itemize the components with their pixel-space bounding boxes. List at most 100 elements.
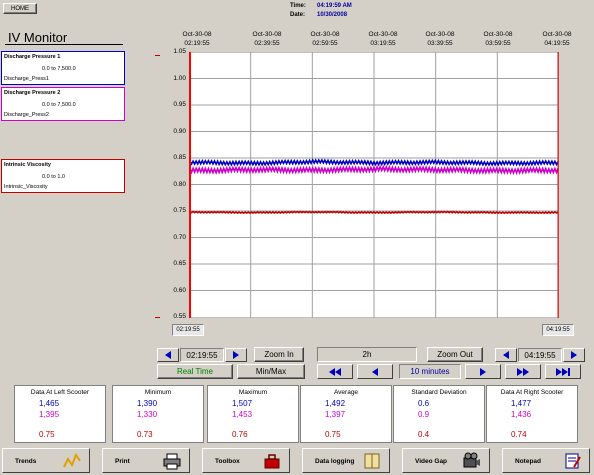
y-tick-label: 0.75 — [173, 207, 186, 214]
camera-icon — [463, 452, 481, 470]
zoom-in-button[interactable]: Zoom In — [254, 347, 304, 362]
date-label: Date: — [290, 12, 306, 18]
time-span-field[interactable]: 2h — [317, 347, 417, 362]
arrow-left-icon — [335, 367, 341, 376]
timestamp-time: 02:39:55 — [254, 40, 280, 47]
nav-button-label: Video Gap — [415, 458, 448, 465]
timestamp-label: Oct-30-08 02:19:55 — [167, 30, 227, 48]
timestamp-time: 03:59:55 — [485, 40, 511, 47]
stat-value-series-2: 1,330 — [137, 410, 158, 419]
timestamp-date: Oct-30-08 — [425, 31, 455, 38]
legend-range: 0.0 to 7,500.0 — [42, 66, 76, 72]
legend-tag: Discharge_Press1 — [4, 76, 49, 82]
nav-button-label: Trends — [15, 458, 37, 465]
page-title: IV Monitor — [8, 30, 68, 45]
legend-tag: Intrinsic_Viscosity — [4, 184, 48, 190]
legend-name: Discharge Pressure 2 — [4, 90, 61, 96]
stat-header: Average — [333, 389, 359, 396]
stat-value-series-2: 1,395 — [39, 410, 60, 419]
trend-plot[interactable] — [189, 52, 559, 318]
nav-button-trends[interactable]: Trends — [2, 448, 90, 473]
nav-button-notepad[interactable]: Notepad — [502, 448, 590, 473]
real-time-button[interactable]: Real Time — [157, 364, 233, 379]
stat-value-series-2: 0.9 — [418, 410, 430, 419]
arrow-right-icon — [233, 351, 239, 359]
timestamp-date: Oct-30-08 — [310, 31, 340, 38]
stat-value-series-2: 1,397 — [325, 410, 346, 419]
timestamp-label: Oct-30-08 03:39:55 — [410, 30, 470, 48]
min-max-button[interactable]: Min/Max — [237, 364, 305, 379]
stat-header: Minimum — [144, 389, 172, 396]
timestamp-label: Oct-30-08 02:39:55 — [237, 30, 297, 48]
nav-button-label: Notepad — [515, 458, 541, 465]
stat-panel: Minimum 1,390 1,330 0.73 — [112, 385, 204, 443]
stat-value-series-1: 1,492 — [325, 399, 346, 408]
arrow-left-icon — [165, 351, 171, 359]
stat-value-series-1: 1,390 — [137, 399, 158, 408]
arrow-left-icon — [372, 367, 378, 376]
arrow-right-icon — [571, 351, 577, 359]
stat-value-series-1: 1,477 — [511, 399, 532, 408]
title-underline — [5, 44, 123, 45]
interval-field[interactable]: 10 minutes — [399, 364, 461, 379]
y-tick-label: 0.60 — [173, 286, 186, 294]
timestamp-date: Oct-30-08 — [252, 31, 282, 38]
stat-panel: Data At Right Scooter 1,477 1,436 0.74 — [486, 385, 578, 443]
zoom-out-button[interactable]: Zoom Out — [427, 347, 483, 362]
arrow-left-icon — [503, 351, 509, 359]
printer-icon — [163, 452, 181, 470]
y-tick-label: 0.80 — [173, 180, 186, 188]
y-tick-label: 0.55 — [173, 313, 186, 320]
nav-button-toolbox[interactable]: Toolbox — [202, 448, 290, 473]
stat-value-series-3: 0.74 — [511, 430, 527, 439]
stat-panel: Standard Deviation 0.6 0.9 0.4 — [393, 385, 485, 443]
y-tick-label: 0.65 — [173, 260, 186, 267]
series-line-2 — [189, 210, 559, 215]
nav-button-label: Toolbox — [215, 458, 240, 465]
nav-button-video-gap[interactable]: Video Gap — [402, 448, 490, 473]
rewind-fast-button[interactable] — [317, 364, 353, 379]
legend-intrinsic-viscosity[interactable]: Intrinsic Viscosity 0.0 to 1.0 Intrinsic… — [1, 159, 125, 193]
stat-value-series-2: 1,436 — [511, 410, 532, 419]
stat-value-series-1: 0.6 — [418, 399, 430, 408]
nav-button-label: Print — [115, 458, 130, 465]
legend-tag: Discharge_Press2 — [4, 112, 49, 118]
left-scooter-back-button[interactable] — [157, 348, 179, 362]
step-back-button[interactable] — [357, 364, 393, 379]
legend-name: Intrinsic Viscosity — [4, 162, 51, 168]
legend-range: 0.0 to 7,500.0 — [42, 102, 76, 108]
right-scooter-time: 04:19:55 — [542, 324, 574, 336]
go-to-end-button[interactable] — [545, 364, 581, 379]
legend-discharge-pressure-2[interactable]: Discharge Pressure 2 0.0 to 7,500.0 Disc… — [1, 87, 125, 121]
nav-button-print[interactable]: Print — [102, 448, 190, 473]
right-scooter-forward-button[interactable] — [563, 348, 585, 362]
legend-name: Discharge Pressure 1 — [4, 54, 61, 60]
timestamp-time: 03:39:55 — [427, 40, 453, 47]
stat-value-series-3: 0.75 — [39, 430, 55, 439]
left-time-field[interactable]: 02:19:55 — [180, 348, 224, 362]
timestamp-label: Oct-30-08 02:59:55 — [295, 30, 355, 48]
forward-fast-button[interactable] — [505, 364, 541, 379]
right-time-field[interactable]: 04:19:55 — [518, 348, 562, 362]
left-scooter-forward-button[interactable] — [225, 348, 247, 362]
step-forward-button[interactable] — [465, 364, 501, 379]
arrow-right-icon — [480, 367, 486, 376]
stat-panel: Average 1,492 1,397 0.75 — [300, 385, 392, 443]
timestamp-date: Oct-30-08 — [542, 31, 572, 38]
date-value: 10/30/2008 — [317, 12, 348, 18]
legend-discharge-pressure-1[interactable]: Discharge Pressure 1 0.0 to 7,500.0 Disc… — [1, 51, 125, 85]
stat-panel: Data At Left Scooter 1,465 1,395 0.75 — [14, 385, 106, 443]
red-tick-bottom — [155, 317, 160, 318]
nav-button-data-logging[interactable]: Data logging — [302, 448, 390, 473]
end-bar-icon — [568, 367, 570, 376]
timestamp-date: Oct-30-08 — [182, 31, 212, 38]
y-tick-label: 1.00 — [173, 74, 186, 82]
right-scooter-back-button[interactable] — [495, 348, 517, 362]
timestamp-time: 04:19:55 — [544, 40, 570, 47]
home-button[interactable]: HOME — [3, 3, 37, 14]
timestamp-label: Oct-30-08 04:19:55 — [527, 30, 587, 48]
stat-header: Data At Left Scooter — [30, 389, 90, 396]
timestamp-date: Oct-30-08 — [368, 31, 398, 38]
stat-value-series-3: 0.75 — [325, 430, 341, 439]
stat-value-series-3: 0.4 — [418, 430, 430, 439]
